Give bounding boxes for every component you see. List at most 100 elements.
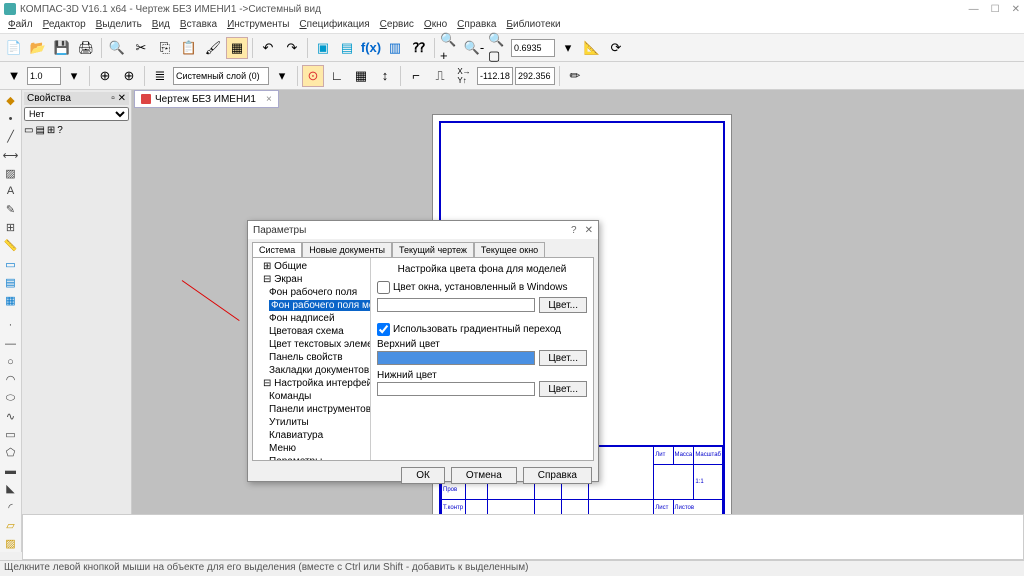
zoom-fit-button[interactable]: 🔍▢ <box>487 37 509 59</box>
menu-Библиотеки[interactable]: Библиотеки <box>502 18 564 33</box>
lib-button[interactable]: ▣ <box>312 37 334 59</box>
tree-node[interactable]: Цветовая схема <box>255 325 368 338</box>
cut-button[interactable]: ✂ <box>130 37 152 59</box>
p3[interactable]: ⊞ <box>47 125 55 136</box>
zoom-dd[interactable]: ▾ <box>557 37 579 59</box>
rep-icon[interactable]: ▦ <box>2 292 20 309</box>
arc-tool[interactable]: ◠ <box>2 371 20 388</box>
bot-color-button[interactable]: Цвет... <box>539 381 587 397</box>
top-color-button[interactable]: Цвет... <box>539 350 587 366</box>
tree-node[interactable]: Цвет текстовых элементов <box>255 338 368 351</box>
close-button[interactable]: ✕ <box>1012 4 1020 15</box>
tab-1[interactable]: Новые документы <box>302 242 392 257</box>
fill-tool[interactable]: ▬ <box>2 462 20 479</box>
seg-tool[interactable]: — <box>2 335 20 352</box>
cb-gradient[interactable]: Использовать градиентный переход <box>377 323 587 336</box>
layer-dd-btn[interactable]: ▾ <box>271 65 293 87</box>
tree-node[interactable]: Параметры <box>255 455 368 460</box>
maximize-button[interactable]: ☐ <box>991 4 1000 15</box>
menu-Редактор[interactable]: Редактор <box>39 18 90 33</box>
geom-icon[interactable]: ◆ <box>2 92 20 109</box>
tree-node[interactable]: Клавиатура <box>255 429 368 442</box>
props-dd[interactable]: Нет <box>24 107 129 121</box>
menu-Сервис[interactable]: Сервис <box>376 18 418 33</box>
props-button[interactable]: ▦ <box>226 37 248 59</box>
tree-node[interactable]: ⊟ Экран <box>255 273 368 286</box>
color-button[interactable]: Цвет... <box>539 297 587 313</box>
edit-icon[interactable]: ✎ <box>2 201 20 218</box>
copy-button[interactable]: ⎘ <box>154 37 176 59</box>
xy-button[interactable]: X→Y↑ <box>453 65 475 87</box>
pt-tool[interactable]: · <box>2 317 20 334</box>
axis-button[interactable]: ↕ <box>374 65 396 87</box>
refresh-button[interactable]: ⟳ <box>605 37 627 59</box>
layers-button[interactable]: ≣ <box>149 65 171 87</box>
fx-button[interactable]: f(x) <box>360 37 382 59</box>
dim-icon[interactable]: ⟷ <box>2 147 20 164</box>
dialog-help-icon[interactable]: ? <box>571 225 577 236</box>
tree-node[interactable]: Меню <box>255 442 368 455</box>
print-button[interactable]: 🖨 <box>75 37 97 59</box>
scale-dd[interactable]: ▾ <box>63 65 85 87</box>
dim2-button[interactable]: ⊕ <box>118 65 140 87</box>
dim-button[interactable]: ⊕ <box>94 65 116 87</box>
dialog-close-icon[interactable]: ✕ <box>585 225 593 236</box>
open-button[interactable]: 📂 <box>27 37 49 59</box>
redo-button[interactable]: ↷ <box>281 37 303 59</box>
p1[interactable]: ▭ <box>24 125 33 136</box>
settings-tree[interactable]: ⊞ Общие⊟ ЭкранФон рабочего поляФон рабоч… <box>253 258 371 460</box>
tree-node[interactable]: ⊞ Общие <box>255 260 368 273</box>
brush-button[interactable]: ✏ <box>564 65 586 87</box>
panel-pin-icon[interactable]: ▫ ✕ <box>111 93 126 104</box>
tree-node[interactable]: Панели инструментов <box>255 403 368 416</box>
layer-dd[interactable] <box>173 67 269 85</box>
format-button[interactable]: 🖌 <box>202 37 224 59</box>
line-icon[interactable]: ╱ <box>2 128 20 145</box>
spec-button[interactable]: ▤ <box>336 37 358 59</box>
round-button[interactable]: ⌐ <box>405 65 427 87</box>
rect-tool[interactable]: ▭ <box>2 426 20 443</box>
save-button[interactable]: 💾 <box>51 37 73 59</box>
new-button[interactable]: 📄 <box>3 37 25 59</box>
filter-button[interactable]: ▼ <box>3 65 25 87</box>
zoom-input[interactable] <box>511 39 555 57</box>
circ-tool[interactable]: ○ <box>2 353 20 370</box>
off-tool[interactable]: ▱ <box>2 517 20 534</box>
help-arrow-button[interactable]: ⁇ <box>408 37 430 59</box>
canvas[interactable]: Чертеж БЕЗ ИМЕНИ1 × ИзмЛист№ докумПодпДа… <box>132 90 1024 552</box>
scale-input[interactable] <box>27 67 61 85</box>
ell-tool[interactable]: ⬭ <box>2 389 20 406</box>
point-icon[interactable]: • <box>2 110 20 127</box>
meas-icon[interactable]: 📏 <box>2 237 20 254</box>
menu-Спецификация[interactable]: Спецификация <box>295 18 373 33</box>
undo-button[interactable]: ↶ <box>257 37 279 59</box>
menu-Вид[interactable]: Вид <box>148 18 174 33</box>
tree-node[interactable]: Команды <box>255 390 368 403</box>
tab-0[interactable]: Система <box>252 242 302 257</box>
measure-button[interactable]: 📐 <box>581 37 603 59</box>
grid-button[interactable]: ▦ <box>350 65 372 87</box>
spl-tool[interactable]: ∿ <box>2 408 20 425</box>
coord-x[interactable] <box>477 67 513 85</box>
menu-Окно[interactable]: Окно <box>420 18 451 33</box>
param-icon[interactable]: ⊞ <box>2 219 20 236</box>
tree-node[interactable]: ⊟ Настройка интерфейса <box>255 377 368 390</box>
dialog-titlebar[interactable]: Параметры ?✕ <box>248 221 598 239</box>
snap-button[interactable]: ⊙ <box>302 65 324 87</box>
fil-tool[interactable]: ◜ <box>2 499 20 516</box>
menu-Инструменты[interactable]: Инструменты <box>223 18 293 33</box>
menu-Выделить[interactable]: Выделить <box>92 18 146 33</box>
preview-button[interactable]: 🔍 <box>106 37 128 59</box>
tree-node[interactable]: Фон рабочего поля моделей <box>255 299 368 312</box>
step-button[interactable]: ⎍ <box>429 65 451 87</box>
paste-button[interactable]: 📋 <box>178 37 200 59</box>
tree-node[interactable]: Закладки документов <box>255 364 368 377</box>
ortho-button[interactable]: ∟ <box>326 65 348 87</box>
menu-Вставка[interactable]: Вставка <box>176 18 221 33</box>
hat-tool[interactable]: ▨ <box>2 535 20 552</box>
p2[interactable]: ▤ <box>35 125 44 136</box>
zoom-out-button[interactable]: 🔍- <box>463 37 485 59</box>
menu-Файл[interactable]: Файл <box>4 18 37 33</box>
text-icon[interactable]: A <box>2 183 20 200</box>
tab-2[interactable]: Текущий чертеж <box>392 242 474 257</box>
